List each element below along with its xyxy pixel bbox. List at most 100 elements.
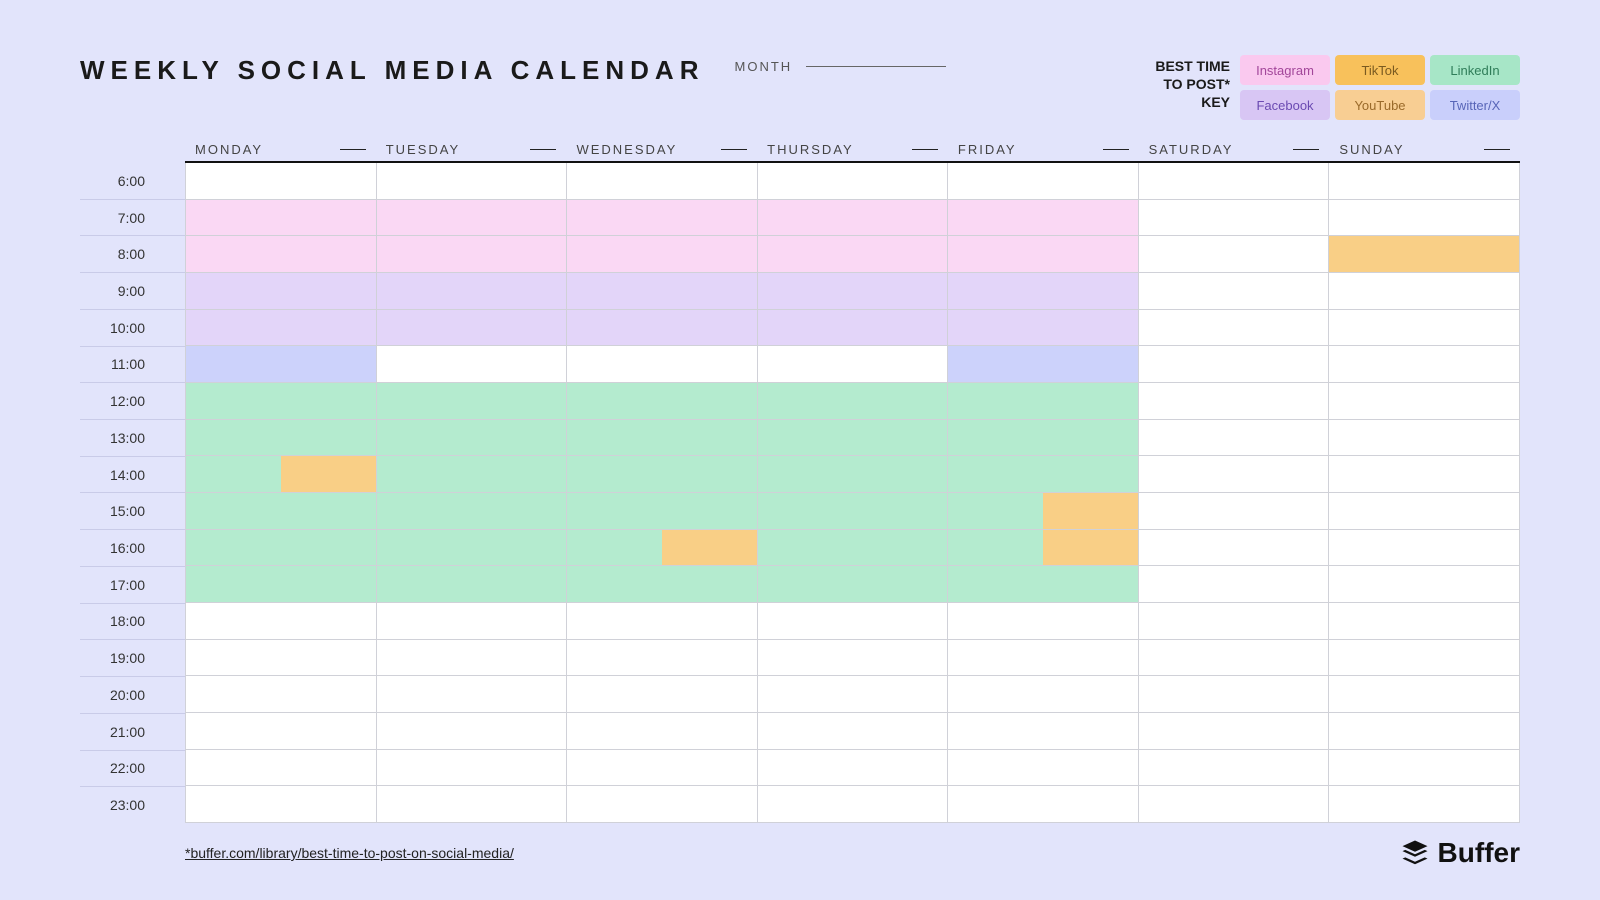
schedule-cell[interactable]: [377, 383, 567, 420]
schedule-cell[interactable]: [1139, 163, 1329, 200]
schedule-cell[interactable]: [1139, 566, 1329, 603]
schedule-cell[interactable]: [758, 786, 948, 823]
schedule-cell[interactable]: [948, 493, 1138, 530]
schedule-cell[interactable]: [1329, 530, 1519, 567]
schedule-cell[interactable]: [377, 786, 567, 823]
schedule-cell[interactable]: [567, 786, 757, 823]
schedule-cell[interactable]: [1139, 346, 1329, 383]
schedule-cell[interactable]: [948, 346, 1138, 383]
schedule-cell[interactable]: [948, 750, 1138, 787]
schedule-cell[interactable]: [567, 713, 757, 750]
schedule-cell[interactable]: [567, 603, 757, 640]
schedule-cell[interactable]: [567, 530, 757, 567]
schedule-cell[interactable]: [948, 603, 1138, 640]
schedule-cell[interactable]: [948, 640, 1138, 677]
schedule-cell[interactable]: [567, 750, 757, 787]
schedule-cell[interactable]: [1139, 200, 1329, 237]
schedule-cell[interactable]: [758, 236, 948, 273]
schedule-cell[interactable]: [948, 566, 1138, 603]
schedule-cell[interactable]: [948, 420, 1138, 457]
schedule-cell[interactable]: [758, 566, 948, 603]
day-date-line[interactable]: [340, 149, 366, 150]
schedule-cell[interactable]: [186, 750, 376, 787]
schedule-cell[interactable]: [567, 163, 757, 200]
schedule-cell[interactable]: [186, 310, 376, 347]
schedule-cell[interactable]: [186, 603, 376, 640]
schedule-cell[interactable]: [1329, 566, 1519, 603]
schedule-cell[interactable]: [377, 236, 567, 273]
schedule-cell[interactable]: [567, 200, 757, 237]
schedule-cell[interactable]: [1329, 346, 1519, 383]
schedule-cell[interactable]: [1139, 236, 1329, 273]
schedule-cell[interactable]: [948, 383, 1138, 420]
schedule-cell[interactable]: [567, 273, 757, 310]
day-date-line[interactable]: [1103, 149, 1129, 150]
schedule-cell[interactable]: [1329, 383, 1519, 420]
month-field[interactable]: MONTH: [735, 55, 947, 74]
schedule-cell[interactable]: [1139, 676, 1329, 713]
schedule-cell[interactable]: [1139, 456, 1329, 493]
schedule-cell[interactable]: [758, 310, 948, 347]
schedule-cell[interactable]: [567, 346, 757, 383]
schedule-cell[interactable]: [186, 676, 376, 713]
schedule-cell[interactable]: [186, 566, 376, 603]
schedule-cell[interactable]: [948, 163, 1138, 200]
schedule-cell[interactable]: [1329, 603, 1519, 640]
schedule-cell[interactable]: [1139, 603, 1329, 640]
schedule-cell[interactable]: [186, 163, 376, 200]
schedule-cell[interactable]: [377, 346, 567, 383]
schedule-cell[interactable]: [1329, 163, 1519, 200]
schedule-cell[interactable]: [758, 493, 948, 530]
schedule-cell[interactable]: [1329, 750, 1519, 787]
schedule-cell[interactable]: [377, 200, 567, 237]
schedule-cell[interactable]: [377, 750, 567, 787]
schedule-cell[interactable]: [1139, 530, 1329, 567]
schedule-cell[interactable]: [186, 200, 376, 237]
schedule-cell[interactable]: [567, 420, 757, 457]
schedule-cell[interactable]: [948, 676, 1138, 713]
schedule-cell[interactable]: [567, 383, 757, 420]
schedule-cell[interactable]: [567, 640, 757, 677]
schedule-cell[interactable]: [1139, 383, 1329, 420]
schedule-cell[interactable]: [948, 273, 1138, 310]
schedule-cell[interactable]: [186, 456, 376, 493]
schedule-cell[interactable]: [1139, 713, 1329, 750]
schedule-cell[interactable]: [186, 236, 376, 273]
schedule-cell[interactable]: [186, 530, 376, 567]
schedule-cell[interactable]: [377, 493, 567, 530]
schedule-cell[interactable]: [758, 530, 948, 567]
schedule-cell[interactable]: [1329, 456, 1519, 493]
schedule-cell[interactable]: [377, 603, 567, 640]
schedule-cell[interactable]: [1139, 493, 1329, 530]
schedule-cell[interactable]: [758, 713, 948, 750]
schedule-cell[interactable]: [948, 713, 1138, 750]
schedule-cell[interactable]: [1139, 640, 1329, 677]
schedule-cell[interactable]: [567, 566, 757, 603]
schedule-cell[interactable]: [1139, 420, 1329, 457]
day-date-line[interactable]: [530, 149, 556, 150]
schedule-cell[interactable]: [758, 750, 948, 787]
schedule-cell[interactable]: [186, 420, 376, 457]
schedule-cell[interactable]: [1329, 200, 1519, 237]
schedule-cell[interactable]: [758, 383, 948, 420]
schedule-cell[interactable]: [758, 603, 948, 640]
day-date-line[interactable]: [1293, 149, 1319, 150]
schedule-cell[interactable]: [377, 420, 567, 457]
schedule-cell[interactable]: [186, 346, 376, 383]
schedule-cell[interactable]: [1329, 640, 1519, 677]
schedule-cell[interactable]: [1139, 310, 1329, 347]
schedule-cell[interactable]: [186, 383, 376, 420]
schedule-cell[interactable]: [377, 273, 567, 310]
schedule-cell[interactable]: [377, 566, 567, 603]
schedule-cell[interactable]: [186, 786, 376, 823]
schedule-cell[interactable]: [758, 640, 948, 677]
schedule-cell[interactable]: [186, 493, 376, 530]
schedule-cell[interactable]: [377, 713, 567, 750]
schedule-cell[interactable]: [948, 530, 1138, 567]
schedule-cell[interactable]: [377, 310, 567, 347]
schedule-cell[interactable]: [758, 200, 948, 237]
schedule-cell[interactable]: [377, 163, 567, 200]
schedule-cell[interactable]: [948, 310, 1138, 347]
schedule-cell[interactable]: [948, 456, 1138, 493]
schedule-cell[interactable]: [758, 163, 948, 200]
